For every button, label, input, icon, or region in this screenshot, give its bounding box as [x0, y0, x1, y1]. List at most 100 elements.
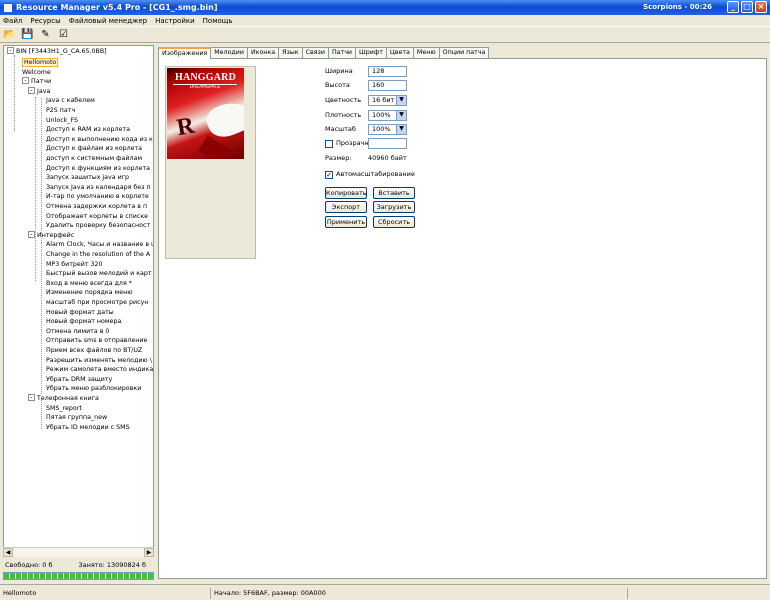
menu-help[interactable]: Помощь: [203, 17, 233, 25]
tree-root[interactable]: - BIN [F3443H1_G_CA.65.0BB]: [7, 47, 107, 56]
tree-item[interactable]: Отмена задержки корлета в п: [46, 202, 147, 211]
collapse-icon[interactable]: -: [22, 77, 29, 85]
tree-item[interactable]: MP3 битрейт 320: [46, 260, 103, 269]
tab-7[interactable]: Цвета: [385, 47, 414, 58]
tree-item[interactable]: - Java: [28, 86, 51, 96]
collapse-icon[interactable]: -: [28, 86, 35, 94]
menu-file-manager[interactable]: Файловый менеджер: [69, 17, 147, 25]
maximize-button[interactable]: □: [741, 1, 753, 13]
collapse-icon[interactable]: -: [28, 230, 35, 238]
tree-item-label: Java: [37, 87, 51, 95]
menu-resources[interactable]: Ресурсы: [30, 17, 60, 25]
tab-5[interactable]: Патчи: [327, 47, 357, 58]
collapse-icon[interactable]: -: [28, 394, 35, 401]
color-depth-select[interactable]: 16 бит ▼: [368, 95, 407, 106]
tree-item[interactable]: Удалить проверку безопасност: [46, 221, 150, 230]
tree-item[interactable]: Доступ к файлам из корлета: [46, 144, 142, 153]
tree-item-label: Вход в меню всегда для *: [46, 279, 132, 287]
tree-item[interactable]: Разрешить изменять мелодию \: [46, 356, 152, 365]
tab-8[interactable]: Меню: [412, 47, 440, 58]
tab-3[interactable]: Язык: [278, 47, 303, 58]
tab-0[interactable]: Изображения: [158, 47, 212, 59]
tree-item-label: Убрать ID мелодии с SMS: [46, 423, 130, 431]
tree-item[interactable]: - Телефонная книга: [28, 394, 99, 403]
reset-button[interactable]: Сбросить: [373, 216, 415, 228]
tree-item[interactable]: Убрать ID мелодии с SMS: [46, 423, 130, 432]
tree-item[interactable]: Доступ к выполнению кода из к: [46, 135, 153, 144]
transparency-select[interactable]: 100% ▼: [368, 110, 407, 121]
transparent-color-field[interactable]: [368, 138, 407, 149]
tree-item-label: Запуск зашитых java игр: [46, 174, 130, 182]
tree-item[interactable]: Запуск зашитых java игр: [46, 173, 129, 182]
tree-item[interactable]: Unlock_FS: [46, 116, 78, 125]
autoscale-checkbox[interactable]: ✓: [325, 171, 333, 179]
load-button[interactable]: Загрузить: [373, 201, 415, 213]
tree-root-label: BIN [F3443H1_G_CA.65.0BB]: [16, 48, 107, 55]
dropdown-arrow-icon[interactable]: ▼: [396, 125, 406, 134]
menu-file[interactable]: Файл: [3, 17, 22, 25]
apply-button[interactable]: Применить: [325, 216, 367, 228]
save-icon[interactable]: 💾: [21, 29, 34, 41]
tree-item[interactable]: - Патчи: [22, 77, 51, 86]
tree-item[interactable]: Alarm Clock, Часы и название в ι: [46, 240, 153, 249]
open-icon[interactable]: 📂: [3, 29, 16, 41]
tab-9[interactable]: Опции патча: [438, 47, 490, 58]
copy-button[interactable]: Копировать: [325, 187, 367, 199]
tab-6[interactable]: Шрифт: [355, 47, 387, 58]
scroll-right-icon[interactable]: ▶: [144, 548, 154, 557]
edit-icon[interactable]: ✎: [39, 29, 52, 41]
tree-item-label: Отмена лимита в 0: [46, 327, 110, 335]
dropdown-arrow-icon[interactable]: ▼: [396, 111, 406, 120]
tree-item[interactable]: Пятая группа_new: [46, 413, 107, 422]
tab-2[interactable]: Иконка: [246, 47, 280, 58]
tree-item[interactable]: Доступ к функциям из корлета: [46, 164, 150, 173]
tree-item[interactable]: Отображает корлеты в списке: [46, 212, 148, 221]
tree-item[interactable]: Убрать меню разблокировки: [46, 384, 141, 393]
close-button[interactable]: ×: [755, 1, 767, 13]
tree-item[interactable]: Изменение порядка меню: [46, 288, 133, 297]
resource-tree[interactable]: - BIN [F3443H1_G_CA.65.0BB] Hellomoto Welco…: [3, 45, 154, 557]
tree-item-label: Патчи: [31, 78, 52, 86]
dropdown-arrow-icon[interactable]: ▼: [396, 96, 406, 105]
tree-item[interactable]: Режим самолета вместо индика: [46, 365, 153, 374]
tree-item-label: Welcome: [22, 68, 51, 76]
transparent-checkbox[interactable]: [325, 140, 333, 148]
tree-item[interactable]: Доступ к RAM из корлета: [46, 125, 130, 134]
tree-item[interactable]: И-тар по умолчанию в корлете: [46, 192, 149, 201]
scroll-left-icon[interactable]: ◀: [3, 548, 13, 557]
tree-connector-line: [41, 98, 42, 243]
tree-horizontal-scrollbar[interactable]: ◀ ▶: [3, 547, 154, 557]
tree-item[interactable]: Welcome: [22, 68, 51, 77]
tree-item-selected[interactable]: Hellomoto: [22, 58, 59, 67]
tree-item[interactable]: Вход в меню всегда для *: [46, 279, 132, 288]
height-field[interactable]: 160: [368, 80, 407, 91]
tree-item[interactable]: Запуск Java из календаря без п: [46, 183, 151, 192]
tree-item[interactable]: Отмена лимита в 0: [46, 327, 109, 336]
width-field[interactable]: 128: [368, 66, 407, 77]
tree-item[interactable]: Убрать DRM защиту: [46, 375, 112, 384]
scale-select[interactable]: 100% ▼: [368, 124, 407, 135]
export-button[interactable]: Экспорт: [325, 201, 367, 213]
tree-item[interactable]: масштаб при просмотре рисун: [46, 298, 148, 307]
tree-item-label: Интерфейс: [37, 231, 75, 239]
toolbar: 📂 💾 ✎ ☑: [0, 26, 770, 43]
check-icon[interactable]: ☑: [57, 29, 70, 41]
menu-settings[interactable]: Настройки: [155, 17, 195, 25]
tree-item[interactable]: Change in the resolution of the A: [46, 250, 150, 259]
tree-item[interactable]: Java с кабелем: [46, 96, 95, 105]
tree-item[interactable]: SMS_report: [46, 404, 82, 413]
tree-item-label: SMS_report: [46, 404, 82, 412]
tree-item[interactable]: P2S патч: [46, 106, 75, 115]
tree-item[interactable]: Быстрый вызов мелодий и карт: [46, 269, 152, 278]
minimize-button[interactable]: _: [727, 1, 739, 13]
paste-button[interactable]: Вставить: [373, 187, 415, 199]
tab-1[interactable]: Мелодии: [210, 47, 248, 58]
tree-item[interactable]: Отправить sms в отправление: [46, 336, 147, 345]
tree-item[interactable]: Прием всех файлов по BT/UZ: [46, 346, 142, 355]
collapse-icon[interactable]: -: [7, 47, 14, 54]
tree-item[interactable]: доступ к системным файлам: [46, 154, 142, 163]
tree-item[interactable]: Новый формат номера: [46, 317, 121, 326]
tree-item-label: Новый формат номера: [46, 318, 122, 326]
tree-item[interactable]: Новый формат даты: [46, 308, 114, 317]
tab-4[interactable]: Связи: [301, 47, 329, 58]
